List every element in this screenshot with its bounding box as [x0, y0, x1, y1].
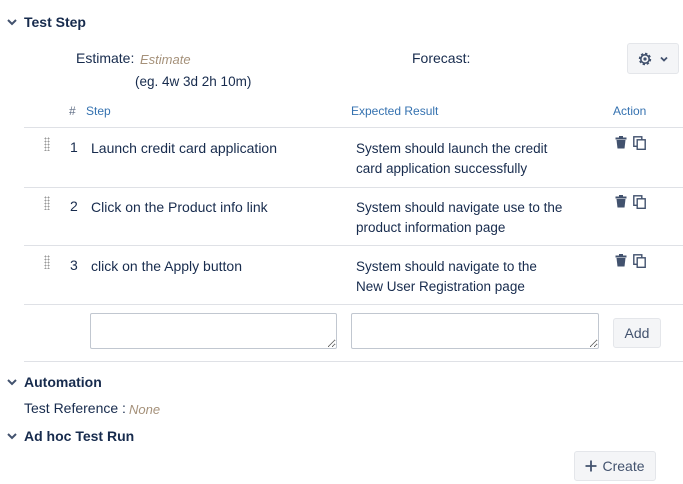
automation-title: Automation	[24, 374, 102, 390]
estimate-label: Estimate:	[76, 50, 135, 66]
step-text[interactable]: Click on the Product info link	[91, 199, 268, 215]
step-text[interactable]: click on the Apply button	[91, 258, 242, 274]
copy-icon[interactable]	[633, 136, 646, 150]
expected-result-text[interactable]: System should launch the credit card app…	[356, 139, 566, 179]
add-step-button[interactable]: Add	[613, 318, 661, 348]
plus-icon	[585, 460, 597, 472]
table-row: 1 Launch credit card application System …	[24, 127, 683, 188]
column-header-expected-result[interactable]: Expected Result	[351, 104, 438, 118]
test-reference-label: Test Reference :	[24, 400, 126, 416]
test-reference-value[interactable]: None	[129, 402, 160, 417]
step-number: 2	[70, 198, 78, 214]
column-header-action: Action	[613, 104, 647, 118]
expected-result-text[interactable]: System should navigate to the New User R…	[356, 257, 566, 297]
table-row: 2 Click on the Product info link System …	[24, 187, 683, 246]
step-text[interactable]: Launch credit card application	[91, 140, 277, 156]
automation-section-toggle[interactable]: Automation	[6, 374, 102, 390]
column-header-number: #	[69, 104, 76, 118]
test-step-title: Test Step	[24, 14, 86, 30]
step-number: 1	[70, 139, 78, 155]
drag-handle-icon[interactable]	[44, 137, 50, 151]
estimate-hint: (eg. 4w 3d 2h 10m)	[135, 74, 252, 89]
chevron-down-icon	[7, 379, 17, 386]
drag-handle-icon[interactable]	[44, 196, 50, 210]
step-number: 3	[70, 257, 78, 273]
new-expected-result-textarea[interactable]	[351, 313, 599, 349]
new-step-textarea[interactable]	[90, 313, 337, 349]
forecast-label: Forecast:	[412, 50, 471, 66]
gear-icon	[638, 52, 652, 65]
table-row: 3 click on the Apply button System shoul…	[24, 246, 683, 305]
adhoc-test-run-section-toggle[interactable]: Ad hoc Test Run	[6, 428, 134, 444]
chevron-down-icon	[660, 56, 668, 62]
trash-icon[interactable]	[615, 254, 627, 267]
trash-icon[interactable]	[615, 195, 627, 208]
trash-icon[interactable]	[615, 136, 627, 149]
settings-dropdown-button[interactable]	[627, 43, 679, 74]
copy-icon[interactable]	[633, 254, 646, 268]
drag-handle-icon[interactable]	[44, 255, 50, 269]
copy-icon[interactable]	[633, 195, 646, 209]
expected-result-text[interactable]: System should navigate use to the produc…	[356, 198, 566, 238]
create-button-label: Create	[602, 458, 645, 474]
add-step-button-label: Add	[624, 325, 650, 341]
estimate-input[interactable]: Estimate	[140, 52, 191, 67]
column-header-step[interactable]: Step	[86, 104, 111, 118]
chevron-down-icon	[7, 19, 17, 26]
create-button[interactable]: Create	[574, 451, 656, 481]
adhoc-test-run-title: Ad hoc Test Run	[24, 428, 135, 444]
chevron-down-icon	[7, 433, 17, 440]
test-step-section-toggle[interactable]: Test Step	[6, 14, 86, 30]
